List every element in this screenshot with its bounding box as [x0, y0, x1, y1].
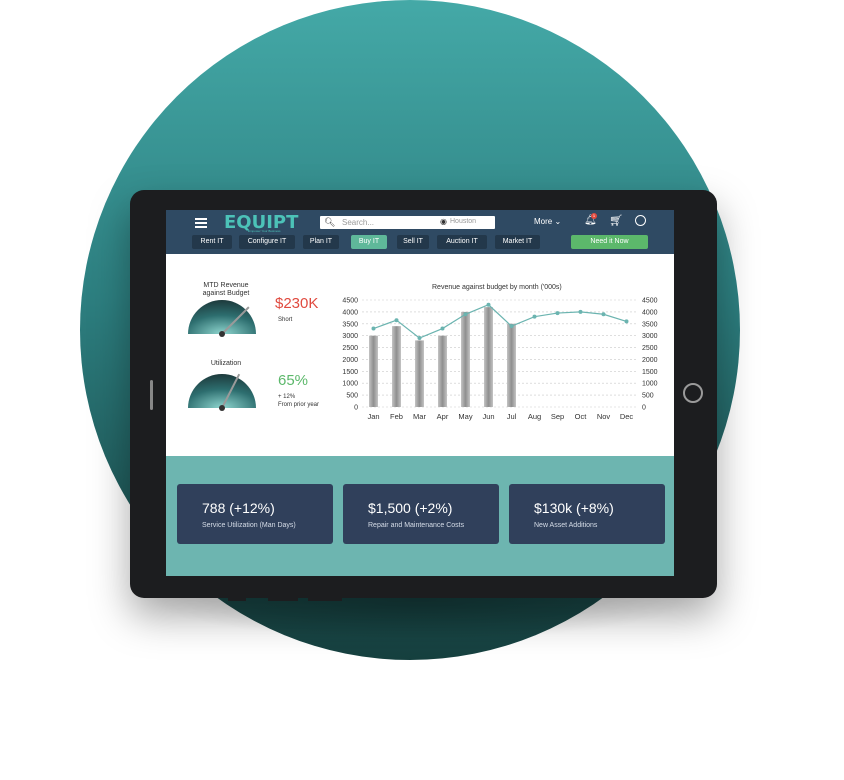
y-tick-label-left: 0 [354, 405, 358, 412]
y-tick-label-right: 3000 [642, 333, 658, 340]
bar [438, 335, 447, 407]
tablet-bottom-button [308, 597, 342, 601]
bar [484, 307, 493, 407]
y-tick-label-left: 500 [346, 393, 358, 400]
line-point [624, 319, 629, 324]
x-tick-label: Mar [413, 412, 426, 421]
x-tick-label: Nov [597, 412, 611, 421]
line-point [417, 336, 422, 341]
x-tick-label: Jul [507, 412, 517, 421]
y-tick-label-right: 2500 [642, 345, 658, 352]
summary-card-label: Service Utilization (Man Days) [202, 522, 296, 529]
x-tick-label: Oct [575, 412, 588, 421]
tablet-bottom-button [268, 597, 298, 601]
x-tick-label: Jun [482, 412, 494, 421]
y-tick-label-right: 500 [642, 393, 654, 400]
line-point [601, 312, 606, 317]
y-tick-label-left: 1500 [342, 369, 358, 376]
y-tick-label-right: 4500 [642, 298, 658, 305]
summary-card-value: 788 (+12%) [202, 500, 275, 516]
summary-card-service-utilization[interactable]: 788 (+12%) Service Utilization (Man Days… [177, 484, 333, 544]
y-tick-label-right: 3500 [642, 321, 658, 328]
line-point [463, 312, 468, 317]
summary-card-new-assets[interactable]: $130k (+8%) New Asset Additions [509, 484, 665, 544]
y-tick-label-left: 3000 [342, 333, 358, 340]
y-tick-label-right: 4000 [642, 309, 658, 316]
bar [461, 311, 470, 407]
summary-card-label: Repair and Maintenance Costs [368, 522, 465, 529]
line-point [394, 318, 399, 323]
x-tick-label: May [458, 412, 472, 421]
series-line [373, 304, 627, 339]
line-point [578, 309, 583, 314]
line-point [440, 326, 445, 331]
y-tick-label-right: 0 [642, 405, 646, 412]
x-tick-label: Sep [551, 412, 564, 421]
tablet-frame: EQUIPT Empower Your Business 🔍︎ Search..… [130, 190, 717, 601]
bar [369, 335, 378, 407]
x-tick-label: Dec [620, 412, 634, 421]
bar [507, 323, 516, 407]
summary-card-repair-costs[interactable]: $1,500 (+2%) Repair and Maintenance Cost… [343, 484, 499, 544]
y-tick-label-left: 2000 [342, 357, 358, 364]
summary-card-label: New Asset Additions [534, 522, 598, 529]
y-tick-label-left: 4500 [342, 298, 358, 305]
y-tick-label-left: 4000 [342, 309, 358, 316]
summary-card-value: $130k (+8%) [534, 500, 614, 516]
summary-card-value: $1,500 (+2%) [368, 500, 453, 516]
x-tick-label: Jan [367, 412, 379, 421]
y-tick-label-left: 1000 [342, 381, 358, 388]
y-tick-label-left: 3500 [342, 321, 358, 328]
bar [392, 326, 401, 407]
line-point [486, 302, 491, 307]
line-point [555, 311, 560, 316]
line-point [371, 326, 376, 331]
revenue-chart: 0 0 500 500 1000 1000 1500 1500 2000 2000 2500 2500… [342, 298, 658, 422]
line-point [509, 324, 514, 329]
x-tick-label: Feb [390, 412, 403, 421]
x-tick-label: Aug [528, 412, 541, 421]
tablet-side-button [150, 380, 153, 410]
tablet-home-button [683, 383, 703, 403]
y-tick-label-right: 2000 [642, 357, 658, 364]
tablet-bottom-button [228, 597, 246, 601]
summary-band: 788 (+12%) Service Utilization (Man Days… [166, 456, 674, 576]
y-tick-label-left: 2500 [342, 345, 358, 352]
y-tick-label-right: 1000 [642, 381, 658, 388]
app-screen: EQUIPT Empower Your Business 🔍︎ Search..… [166, 210, 674, 576]
x-tick-label: Apr [437, 412, 449, 421]
y-tick-label-right: 1500 [642, 369, 658, 376]
line-point [532, 314, 537, 319]
bar [415, 340, 424, 407]
